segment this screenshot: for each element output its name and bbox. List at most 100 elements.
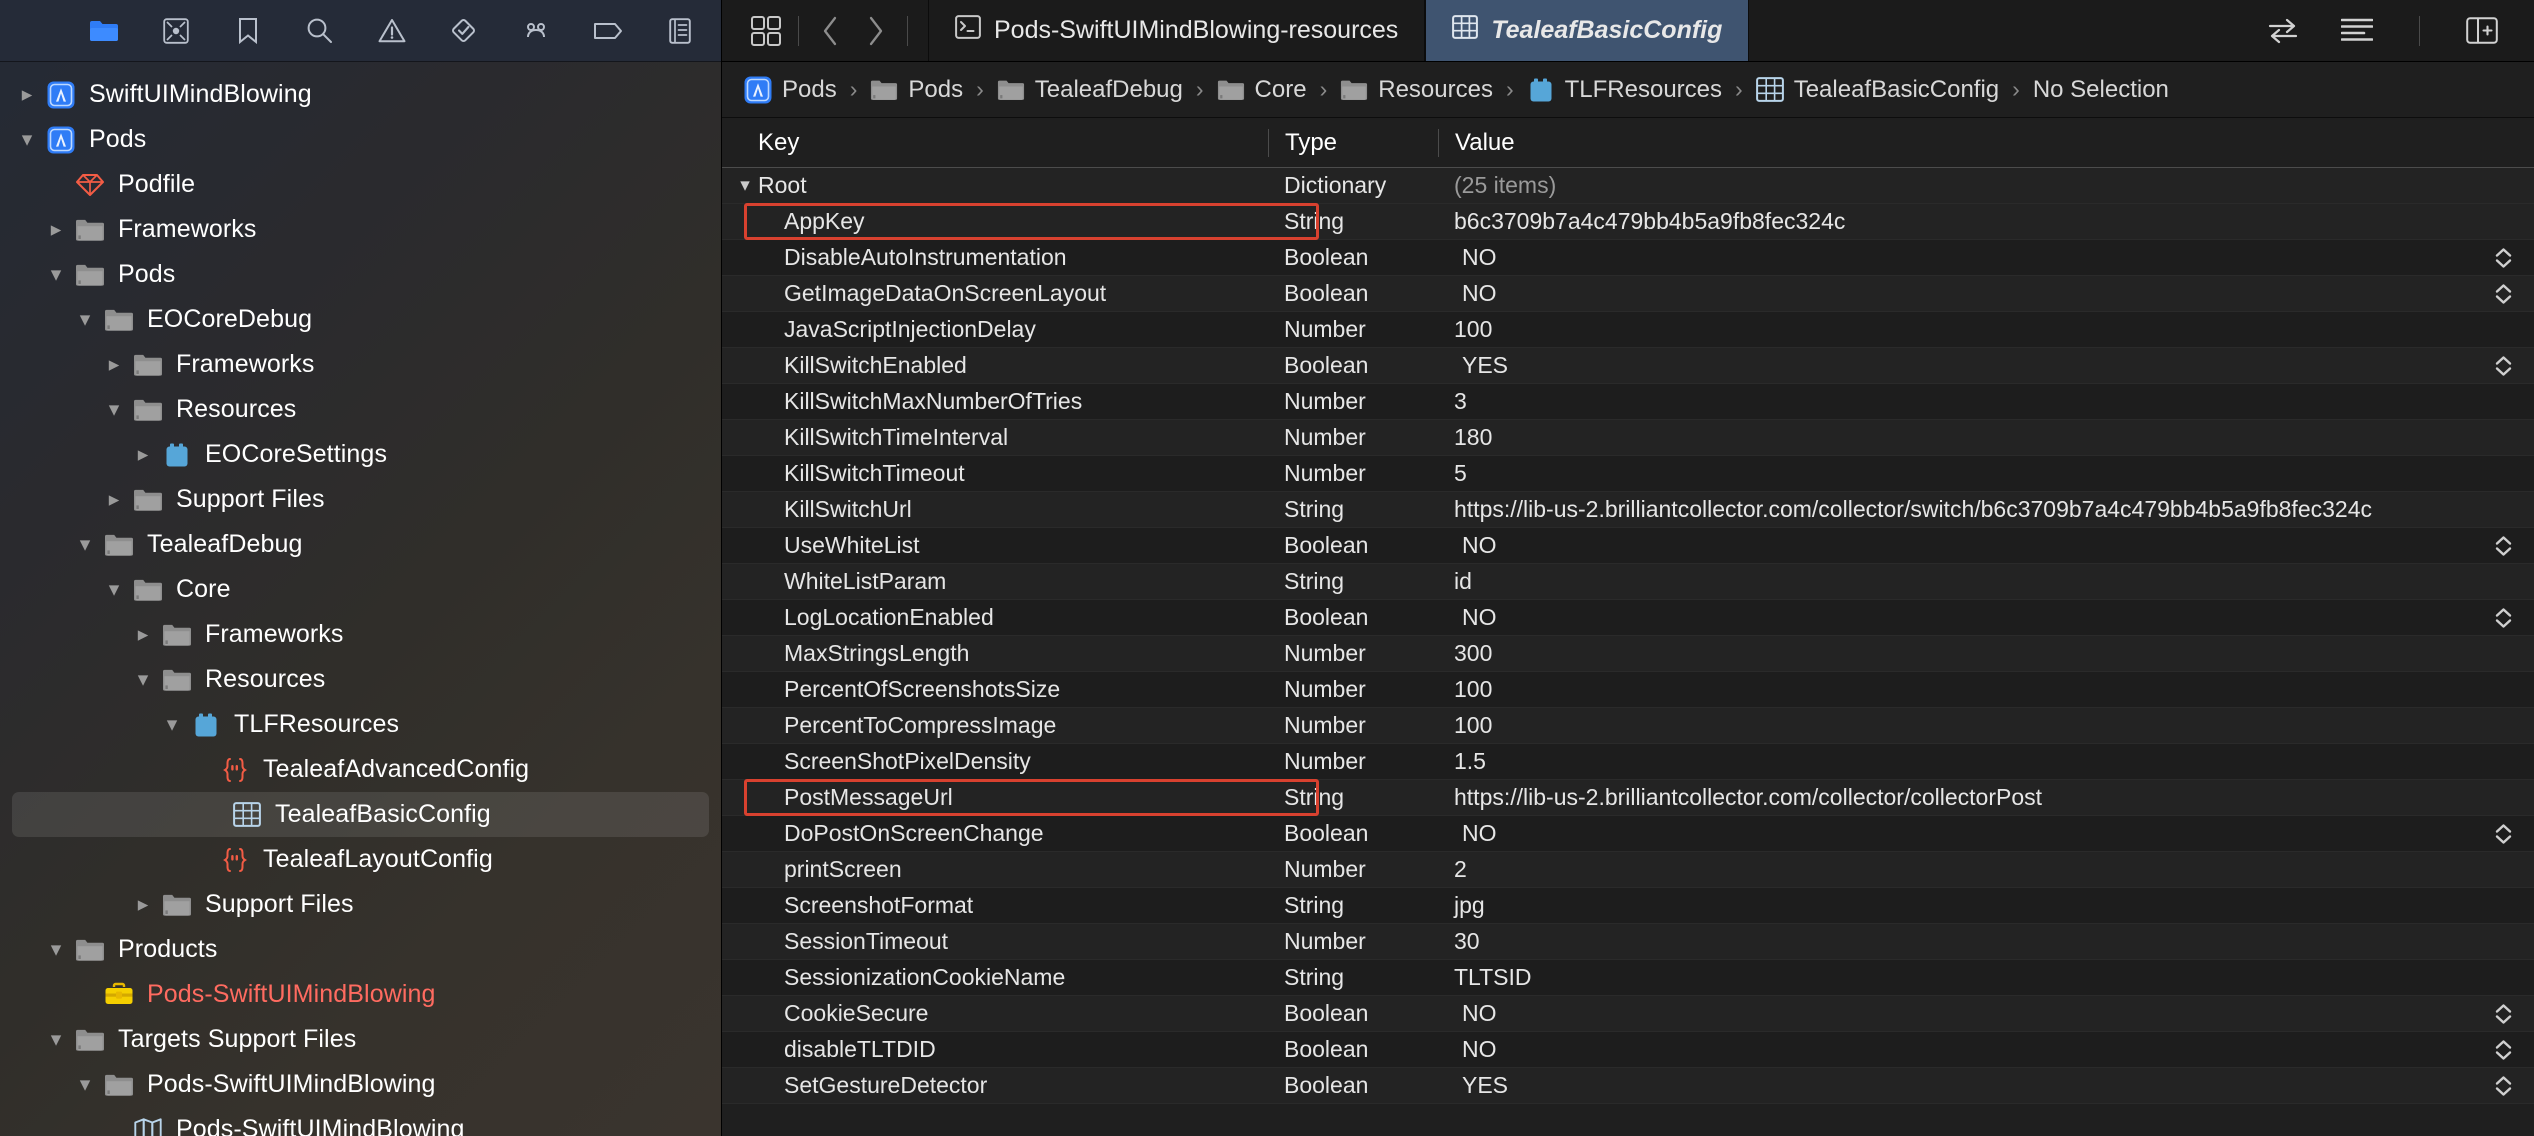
plist-key-cell[interactable]: PercentOfScreenshotsSize [722,676,1268,703]
chevron-down-icon[interactable]: ▾ [732,174,758,197]
plist-key-cell[interactable]: SessionTimeout [722,928,1268,955]
plist-key-cell[interactable]: KillSwitchUrl [722,496,1268,523]
tree-item[interactable]: TealeafBasicConfig [12,792,709,837]
column-header-type[interactable]: Type [1268,128,1438,157]
plist-table-body[interactable]: ▾ Root Dictionary (25 items) AppKey String b6c… [722,168,2534,1136]
plist-row[interactable]: JavaScriptInjectionDelay Number 100 [722,312,2534,348]
plist-type-cell[interactable]: Number [1268,856,1438,883]
plist-row[interactable]: PercentOfScreenshotsSize Number 100 [722,672,2534,708]
bookmark-icon[interactable] [231,14,265,48]
plist-value-cell[interactable]: 180 [1438,424,2534,451]
tree-item[interactable]: ▾ Core [0,567,721,612]
plist-type-cell[interactable]: Number [1268,928,1438,955]
plist-type-cell[interactable]: Number [1268,640,1438,667]
disclosure-triangle[interactable]: ▸ [128,624,158,645]
plist-row[interactable]: ScreenShotPixelDensity Number 1.5 [722,744,2534,780]
nav-back-icon[interactable] [809,9,853,53]
plist-type-cell[interactable]: Boolean [1268,352,1438,379]
plist-value-cell[interactable]: 100 [1438,712,2534,739]
plist-row[interactable]: KillSwitchTimeout Number 5 [722,456,2534,492]
breadcrumb-item[interactable]: TealeafDebug [997,76,1183,104]
value-stepper[interactable] [2495,607,2512,628]
plist-row[interactable]: UseWhiteList Boolean NO [722,528,2534,564]
tree-item[interactable]: ▸ Frameworks [0,612,721,657]
tree-item[interactable]: ▾ Resources [0,387,721,432]
tree-item[interactable]: ▸ EOCoreSettings [0,432,721,477]
plist-type-cell[interactable]: String [1268,964,1438,991]
plist-row[interactable]: SessionTimeout Number 30 [722,924,2534,960]
tree-item[interactable]: ▸ Frameworks [0,207,721,252]
plist-key-cell[interactable]: disableTLTDID [722,1036,1268,1063]
plist-row[interactable]: ScreenshotFormat String jpg [722,888,2534,924]
breadcrumb-item[interactable]: TealeafBasicConfig [1755,76,1999,104]
chevron-right-icon[interactable]: ▸ [109,354,120,375]
plist-type-cell[interactable]: String [1268,892,1438,919]
tree-item[interactable]: ▾ Pods [0,117,721,162]
plist-value-cell[interactable]: https://lib-us-2.brilliantcollector.com/… [1438,784,2534,811]
value-stepper[interactable] [2495,247,2512,268]
plist-value-cell[interactable]: NO [1438,1000,2534,1027]
plist-value-cell[interactable]: NO [1438,604,2534,631]
plist-type-cell[interactable]: String [1268,568,1438,595]
multi-editor-grid-icon[interactable] [744,9,788,53]
chevron-right-icon[interactable]: ▸ [138,894,149,915]
source-control-icon[interactable] [159,14,193,48]
disclosure-triangle[interactable]: ▾ [12,129,42,150]
tree-item[interactable]: ▸ Support Files [0,882,721,927]
chevron-down-icon[interactable]: ▾ [80,534,91,555]
value-stepper[interactable] [2495,535,2512,556]
plist-row[interactable]: SetGestureDetector Boolean YES [722,1068,2534,1104]
plist-row[interactable]: DoPostOnScreenChange Boolean NO [722,816,2534,852]
plist-value-cell[interactable]: https://lib-us-2.brilliantcollector.com/… [1438,496,2534,523]
chevron-down-icon[interactable]: ▾ [51,939,62,960]
plist-value-cell[interactable]: jpg [1438,892,2534,919]
disclosure-triangle[interactable]: ▾ [70,1074,100,1095]
tree-item[interactable]: Pods-SwiftUIMindBlowing [0,972,721,1017]
tree-item[interactable]: TealeafAdvancedConfig [0,747,721,792]
plist-type-cell[interactable]: Boolean [1268,1036,1438,1063]
tree-item[interactable]: ▸ Frameworks [0,342,721,387]
disclosure-triangle[interactable]: ▾ [41,1029,71,1050]
plist-row[interactable]: KillSwitchTimeInterval Number 180 [722,420,2534,456]
breadcrumb-item[interactable]: Core [1217,76,1307,104]
report-icon[interactable] [663,14,697,48]
chevron-right-icon[interactable]: ▸ [138,624,149,645]
value-stepper[interactable] [2495,1075,2512,1096]
disclosure-triangle[interactable]: ▸ [128,444,158,465]
chevron-right-icon[interactable]: ▸ [51,219,62,240]
tree-item[interactable]: ▾ Resources [0,657,721,702]
plist-key-cell[interactable]: KillSwitchMaxNumberOfTries [722,388,1268,415]
plist-key-cell[interactable]: SetGestureDetector [722,1072,1268,1099]
plist-type-cell[interactable]: Number [1268,316,1438,343]
tree-item[interactable]: ▾ Targets Support Files [0,1017,721,1062]
disclosure-triangle[interactable]: ▸ [99,489,129,510]
plist-type-cell[interactable]: Boolean [1268,604,1438,631]
tree-item[interactable]: ▾ EOCoreDebug [0,297,721,342]
breadcrumb[interactable]: Pods › Pods › TealeafDebug › Core › Resources › TL… [722,62,2534,118]
chevron-down-icon[interactable]: ▾ [22,129,33,150]
value-stepper[interactable] [2495,283,2512,304]
disclosure-triangle[interactable]: ▾ [41,264,71,285]
disclosure-triangle[interactable]: ▾ [99,399,129,420]
plist-row[interactable]: CookieSecure Boolean NO [722,996,2534,1032]
chevron-right-icon[interactable]: ▸ [138,444,149,465]
plist-key-cell[interactable]: UseWhiteList [722,532,1268,559]
plist-value-cell[interactable]: NO [1438,280,2534,307]
plist-type-cell[interactable]: Number [1268,424,1438,451]
lines-list-icon[interactable] [2335,9,2379,53]
tab-tealeaf-basic-config[interactable]: TealeafBasicConfig [1425,0,1750,61]
plist-key-cell[interactable]: KillSwitchTimeInterval [722,424,1268,451]
column-header-value[interactable]: Value [1438,128,2534,157]
folder-icon[interactable] [87,14,121,48]
chevron-down-icon[interactable]: ▾ [109,399,120,420]
plist-value-cell[interactable]: YES [1438,1072,2534,1099]
disclosure-triangle[interactable]: ▾ [99,579,129,600]
plist-row[interactable]: printScreen Number 2 [722,852,2534,888]
tree-item[interactable]: ▾ TealeafDebug [0,522,721,567]
plist-type-cell[interactable]: Boolean [1268,280,1438,307]
plist-key-cell[interactable]: printScreen [722,856,1268,883]
plist-type-cell[interactable]: Number [1268,676,1438,703]
plist-row[interactable]: WhiteListParam String id [722,564,2534,600]
breakpoint-icon[interactable] [591,14,625,48]
plist-key-cell[interactable]: AppKey [722,208,1268,235]
